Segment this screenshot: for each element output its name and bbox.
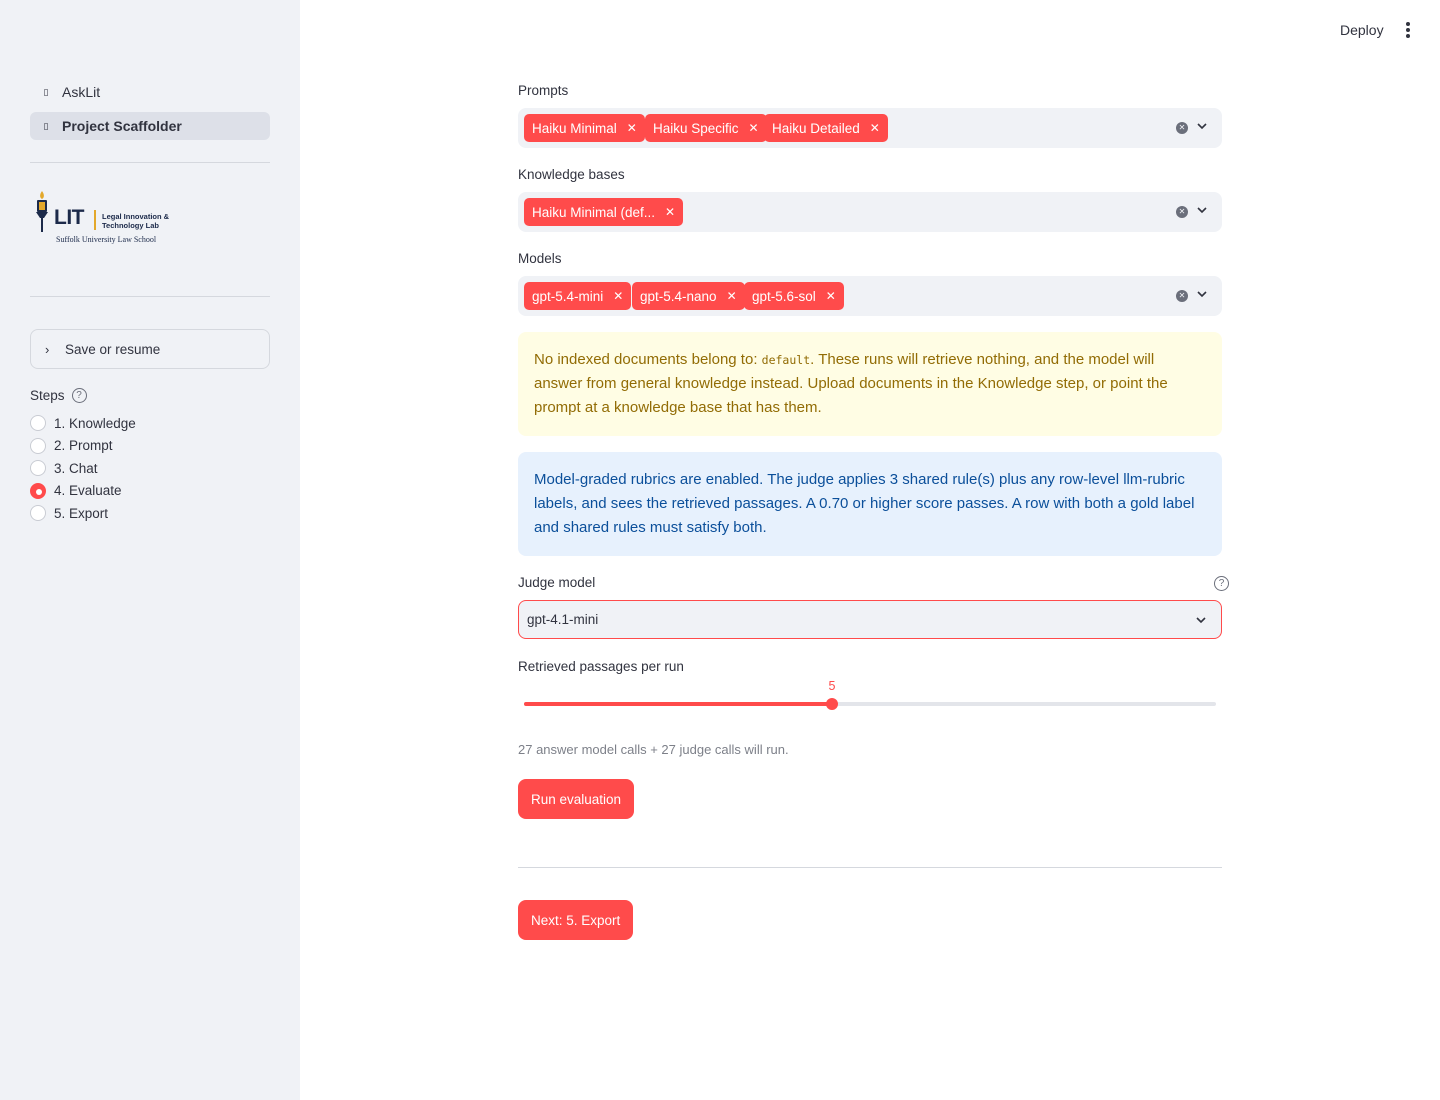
sidebar-divider [30, 162, 270, 163]
remove-chip-icon[interactable]: ✕ [665, 205, 675, 219]
page-icon: ▯ [43, 121, 49, 131]
clear-all-icon[interactable]: ✕ [1176, 206, 1188, 218]
models-label: Models [518, 251, 562, 266]
remove-chip-icon[interactable]: ✕ [749, 121, 759, 135]
radio-label: 1. Knowledge [54, 415, 136, 431]
judge-model-select[interactable]: gpt-4.1-mini [518, 600, 1222, 639]
prompt-chip[interactable]: Haiku Detailed ✕ [764, 114, 888, 142]
steps-label-text: Steps [30, 388, 65, 403]
remove-chip-icon[interactable]: ✕ [613, 289, 623, 303]
kebab-menu-icon[interactable] [1398, 20, 1418, 40]
save-resume-expander[interactable]: › Save or resume [30, 329, 270, 369]
chip-label: gpt-5.4-mini [532, 288, 604, 304]
sidebar-divider [30, 296, 270, 297]
calls-caption: 27 answer model calls + 27 judge calls w… [518, 742, 789, 757]
chevron-right-icon: › [45, 341, 50, 357]
sidebar-nav: ▯ AskLit ▯ Project Scaffolder [30, 78, 270, 146]
slider-fill [524, 702, 832, 706]
prompt-chip[interactable]: Haiku Minimal ✕ [524, 114, 645, 142]
sidebar: ▯ AskLit ▯ Project Scaffolder LIT Legal … [0, 0, 300, 1100]
remove-chip-icon[interactable]: ✕ [627, 121, 637, 135]
deploy-button[interactable]: Deploy [1330, 18, 1394, 42]
chip-label: Haiku Detailed [772, 120, 860, 136]
logo-school-name: Suffolk University Law School [56, 235, 157, 244]
help-icon[interactable]: ? [1214, 576, 1229, 591]
judge-model-label: Judge model [518, 575, 596, 590]
next-export-button[interactable]: Next: 5. Export [518, 900, 634, 940]
step-radio-chat[interactable]: 3. Chat [30, 457, 136, 480]
step-radio-prompt[interactable]: 2. Prompt [30, 435, 136, 458]
remove-chip-icon[interactable]: ✕ [826, 289, 836, 303]
passages-slider[interactable] [524, 698, 1216, 710]
model-chip[interactable]: gpt-5.4-nano ✕ [632, 282, 745, 310]
clear-all-icon[interactable]: ✕ [1176, 122, 1188, 134]
no-documents-warning: No indexed documents belong to: default.… [518, 332, 1222, 436]
prompts-label: Prompts [518, 83, 569, 98]
torch-icon [36, 191, 48, 232]
nav-item-project-scaffolder[interactable]: ▯ Project Scaffolder [30, 112, 270, 140]
nav-item-label: Project Scaffolder [62, 118, 182, 134]
model-chip[interactable]: gpt-5.6-sol ✕ [744, 282, 844, 310]
chip-label: gpt-5.6-sol [752, 288, 816, 304]
passages-label: Retrieved passages per run [518, 659, 684, 674]
remove-chip-icon[interactable]: ✕ [870, 121, 880, 135]
section-divider [518, 867, 1222, 868]
knowledge-base-chip[interactable]: Haiku Minimal (def... ✕ [524, 198, 684, 226]
judge-model-value: gpt-4.1-mini [527, 612, 599, 627]
chevron-down-icon[interactable] [1196, 204, 1208, 216]
warning-text: No indexed documents belong to: [534, 351, 762, 368]
chip-label: Haiku Specific [653, 120, 739, 136]
radio-circle [30, 415, 46, 432]
prompts-multiselect[interactable]: Haiku Minimal ✕ Haiku Specific ✕ Haiku Det… [518, 108, 1222, 148]
radio-circle [30, 505, 46, 522]
help-icon[interactable]: ? [71, 388, 87, 403]
step-radio-evaluate[interactable]: 4. Evaluate [30, 480, 136, 503]
radio-label: 2. Prompt [54, 438, 113, 454]
knowledge-bases-label: Knowledge bases [518, 167, 625, 182]
rubrics-info: Model-graded rubrics are enabled. The ju… [518, 452, 1222, 556]
chip-label: Haiku Minimal [532, 120, 617, 136]
page-icon: ▯ [43, 87, 49, 97]
chevron-down-icon [1196, 617, 1206, 624]
logo-lab-line: Legal Innovation & [102, 212, 170, 221]
steps-label: Steps ? [30, 388, 87, 403]
clear-all-icon[interactable]: ✕ [1176, 290, 1188, 302]
nav-item-asklit[interactable]: ▯ AskLit [30, 78, 270, 106]
chip-label: Haiku Minimal (def... [532, 204, 656, 220]
slider-thumb[interactable] [825, 698, 838, 710]
radio-label: 5. Export [54, 505, 109, 521]
models-multiselect[interactable]: gpt-5.4-mini ✕ gpt-5.4-nano ✕ gpt-5.6-sol ✕… [518, 276, 1222, 316]
radio-circle [30, 437, 46, 454]
prompt-chip[interactable]: Haiku Specific ✕ [645, 114, 767, 142]
radio-label: 4. Evaluate [54, 483, 122, 499]
logo-wordmark: LIT [54, 206, 85, 229]
nav-item-label: AskLit [62, 84, 101, 100]
remove-chip-icon[interactable]: ✕ [727, 289, 737, 303]
step-radio-knowledge[interactable]: 1. Knowledge [30, 412, 136, 435]
steps-radio-group: 1. Knowledge 2. Prompt 3. Chat 4. Evalua… [30, 412, 136, 525]
radio-label: 3. Chat [54, 460, 98, 476]
radio-circle [30, 460, 46, 477]
logo-lab-line: Technology Lab [102, 221, 159, 230]
model-chip[interactable]: gpt-5.4-mini ✕ [524, 282, 632, 310]
chevron-down-icon[interactable] [1196, 120, 1208, 132]
logo-divider [94, 210, 96, 230]
logo-lab-name: Legal Innovation & Technology Lab [102, 212, 169, 230]
warning-code: default [761, 353, 811, 367]
knowledge-bases-multiselect[interactable]: Haiku Minimal (def... ✕ ✕ [518, 192, 1222, 232]
chip-label: gpt-5.4-nano [640, 288, 717, 304]
run-evaluation-button[interactable]: Run evaluation [518, 779, 635, 819]
chevron-down-icon[interactable] [1196, 288, 1208, 300]
expander-label: Save or resume [65, 341, 161, 357]
step-radio-export[interactable]: 5. Export [30, 502, 136, 525]
radio-circle-selected [30, 482, 46, 499]
slider-value: 5 [828, 679, 836, 693]
lit-logo: LIT Legal Innovation & Technology Lab Su… [30, 188, 190, 248]
